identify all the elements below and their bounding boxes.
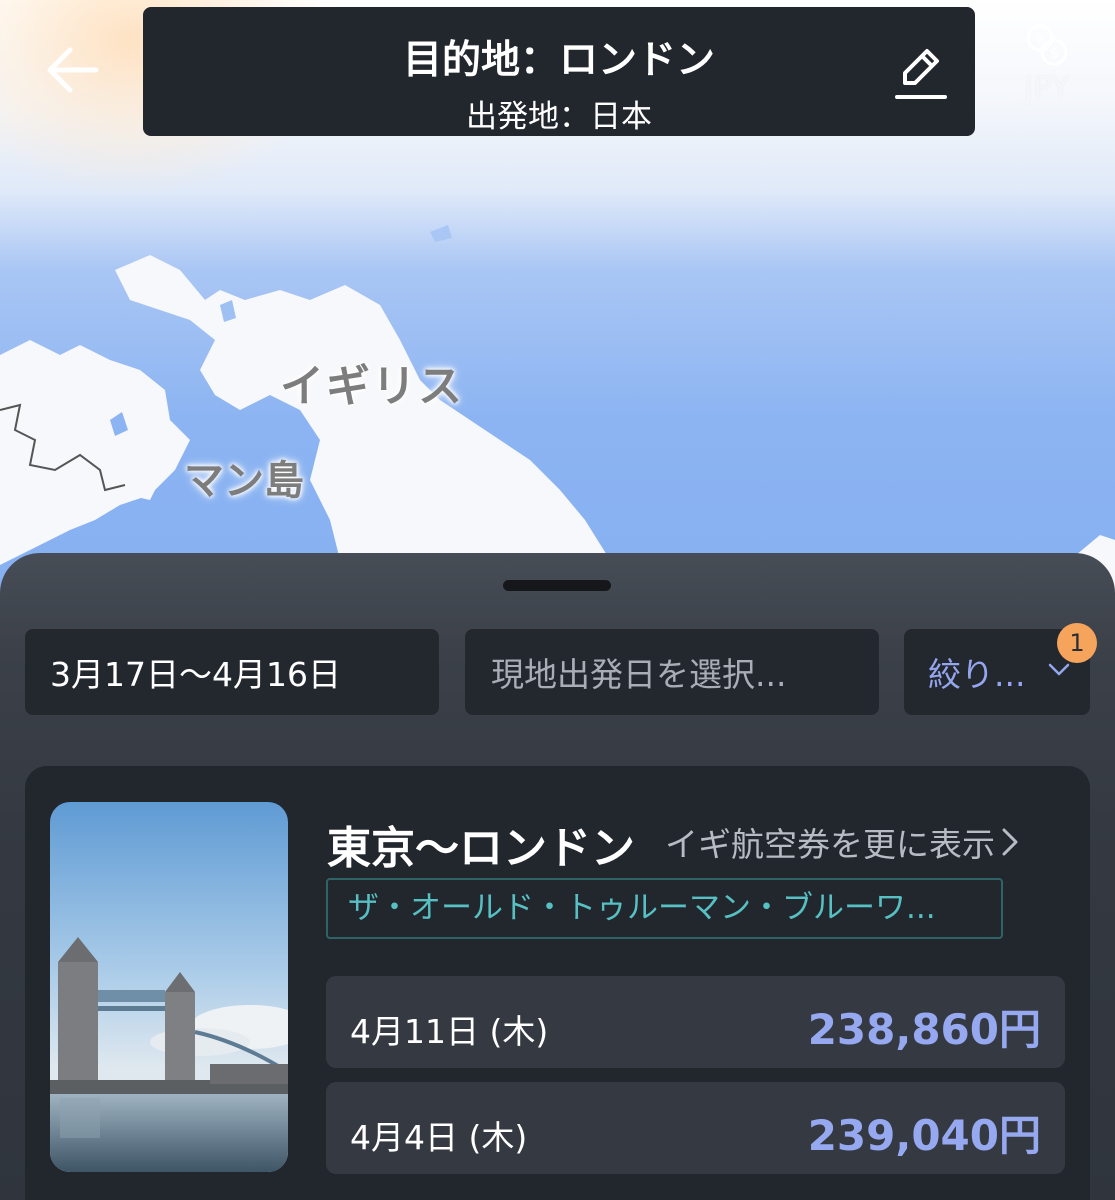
back-arrow-icon [47,47,99,93]
local-departure-placeholder: 現地出発日を選択... [491,655,787,694]
chevron-right-icon [1002,828,1018,856]
date-range-value: 3月17日〜4月16日 [50,655,341,694]
fare-row[interactable]: 4月11日 (木) 238,860円 [326,976,1065,1068]
svg-text:¥: ¥ [1035,30,1045,48]
search-summary-box[interactable]: 目的地：ロンドン 出発地：日本 [143,7,975,136]
refine-count-badge: 1 [1057,623,1097,663]
destination-title: 目的地：ロンドン [402,38,715,83]
chevron-down-icon [1048,663,1070,676]
currency-exchange-icon: ¥ $ [1026,24,1068,66]
more-flights-label: イギ航空券を更に表示 [665,825,995,864]
currency-label: JPY [1023,70,1071,106]
svg-text:$: $ [1049,44,1059,62]
route-title: 東京〜ロンドン [327,823,635,874]
more-flights-link[interactable]: イギ航空券を更に表示 [665,818,1019,866]
results-sheet: 3月17日〜4月16日 現地出発日を選択... 絞り... 東京〜ロンドン イギ… [0,553,1115,1200]
edit-button[interactable] [893,43,949,103]
fare-price: 239,040円 [807,1111,1041,1160]
sheet-drag-handle[interactable] [503,580,611,591]
fare-date: 4月11日 (木) [350,1012,549,1051]
currency-button[interactable]: ¥ $ JPY [1005,22,1089,114]
hotel-tag[interactable]: ザ・オールド・トゥルーマン・ブルーワ... [326,878,1003,939]
destination-photo [50,802,288,1172]
date-range-field[interactable]: 3月17日〜4月16日 [25,629,439,715]
map-label-country: イギリス [280,361,464,412]
result-card[interactable]: 東京〜ロンドン イギ航空券を更に表示 ザ・オールド・トゥルーマン・ブルーワ...… [25,766,1090,1200]
map-label-island: マン島 [184,458,304,504]
edit-pencil-icon [895,49,947,99]
fare-price: 238,860円 [807,1005,1041,1054]
back-button[interactable] [36,34,108,106]
fare-date: 4月4日 (木) [350,1118,528,1157]
refine-label: 絞り... [928,655,1026,694]
origin-subtitle: 出発地：日本 [466,99,652,135]
fare-row[interactable]: 4月4日 (木) 239,040円 [326,1082,1065,1174]
local-departure-field[interactable]: 現地出発日を選択... [465,629,879,715]
